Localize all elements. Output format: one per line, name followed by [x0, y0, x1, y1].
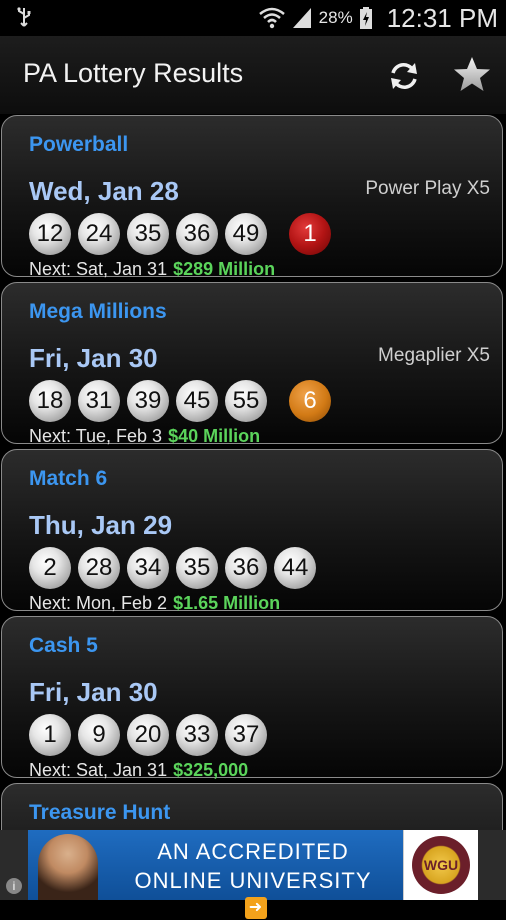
clock: 12:31 PM: [386, 2, 498, 33]
draw-date: Fri, Jan 30: [29, 343, 158, 373]
number-ball: 31: [78, 380, 120, 422]
game-name: Treasure Hunt: [29, 801, 171, 824]
multiplier-label: Power Play X5: [365, 178, 490, 199]
number-ball: 2: [29, 547, 71, 589]
usb-icon: [17, 7, 31, 27]
number-ball: 20: [127, 714, 169, 756]
draw-date: Thu, Jan 29: [29, 510, 173, 540]
game-card-cash-5[interactable]: Cash 5 Fri, Jan 30 1 9 20 33 37 Next: Sa…: [1, 616, 503, 781]
next-draw-date: Next: Sat, Jan 31: [29, 760, 168, 780]
jackpot-amount: $289 Million: [173, 259, 276, 279]
number-ball: 24: [78, 213, 120, 255]
number-ball: 12: [29, 213, 71, 255]
game-name: Match 6: [29, 467, 108, 490]
game-card-treasure-hunt[interactable]: Treasure Hunt: [1, 783, 503, 830]
ad-arrow-icon: ➜: [245, 897, 267, 920]
number-ball: 45: [176, 380, 218, 422]
number-ball: 33: [176, 714, 218, 756]
number-ball: 35: [127, 213, 169, 255]
battery-charging-icon: [359, 7, 372, 29]
jackpot-amount: $40 Million: [168, 426, 261, 446]
number-ball: 18: [29, 380, 71, 422]
jackpot-amount: $1.65 Million: [173, 593, 281, 613]
draw-date: Fri, Jan 30: [29, 677, 158, 707]
game-card-match-6[interactable]: Match 6 Thu, Jan 29 2 28 34 35 36 44 Nex…: [1, 449, 503, 614]
battery-percent: 28%: [318, 8, 353, 27]
ad-person-image: [38, 834, 98, 900]
ad-logo: WGU: [403, 830, 478, 900]
number-ball: 44: [274, 547, 316, 589]
number-ball: 55: [225, 380, 267, 422]
game-card-powerball[interactable]: Powerball Wed, Jan 28 Power Play X5 12 2…: [1, 115, 503, 280]
wifi-icon: [258, 7, 285, 29]
megaball-ball: 6: [289, 380, 331, 422]
draw-date: Wed, Jan 28: [29, 176, 179, 206]
next-draw-date: Next: Sat, Jan 31: [29, 259, 168, 279]
next-draw-line: Next: Sat, Jan 31 $325,000: [29, 760, 248, 781]
number-ball: 34: [127, 547, 169, 589]
ad-headline: AN ACCREDITED: [157, 839, 349, 864]
game-card-mega-millions[interactable]: Mega Millions Fri, Jan 30 Megaplier X5 1…: [1, 282, 503, 447]
ad-info-icon[interactable]: i: [6, 878, 22, 894]
next-draw-date: Next: Mon, Feb 2: [29, 593, 168, 613]
game-name: Cash 5: [29, 634, 98, 657]
number-ball: 49: [225, 213, 267, 255]
number-ball: 28: [78, 547, 120, 589]
next-draw-line: Next: Sat, Jan 31 $289 Million: [29, 259, 275, 280]
favorite-star-icon[interactable]: [452, 54, 492, 94]
ad-subline-text: ONLINE UNIVERSITY: [134, 868, 372, 893]
next-draw-line: Next: Mon, Feb 2 $1.65 Million: [29, 593, 280, 614]
powerball-ball: 1: [289, 213, 331, 255]
refresh-icon[interactable]: [384, 56, 424, 96]
number-ball: 37: [225, 714, 267, 756]
game-name: Powerball: [29, 133, 129, 156]
number-ball: 9: [78, 714, 120, 756]
signal-icon: [292, 8, 311, 28]
number-ball: 39: [127, 380, 169, 422]
results-list[interactable]: Powerball Wed, Jan 28 Power Play X5 12 2…: [0, 114, 506, 830]
ad-subline: ONLINE UNIVERSITY ➜: [128, 868, 378, 920]
next-draw-line: Next: Tue, Feb 3 $40 Million: [29, 426, 260, 447]
action-bar: PA Lottery Results: [0, 36, 506, 114]
status-bar: 28% 12:31 PM: [0, 0, 506, 36]
number-ball: 35: [176, 547, 218, 589]
game-name: Mega Millions: [29, 300, 167, 323]
multiplier-label: Megaplier X5: [378, 345, 490, 366]
ad-bar: i AN ACCREDITED ONLINE UNIVERSITY ➜ WGU: [0, 830, 506, 920]
number-ball: 36: [176, 213, 218, 255]
jackpot-amount: $325,000: [173, 760, 249, 780]
next-draw-date: Next: Tue, Feb 3: [29, 426, 163, 446]
app-title: PA Lottery Results: [23, 58, 244, 88]
university-seal-icon: WGU: [412, 836, 470, 894]
ad-banner[interactable]: AN ACCREDITED ONLINE UNIVERSITY ➜ WGU: [28, 830, 478, 920]
number-ball: 36: [225, 547, 267, 589]
number-ball: 1: [29, 714, 71, 756]
